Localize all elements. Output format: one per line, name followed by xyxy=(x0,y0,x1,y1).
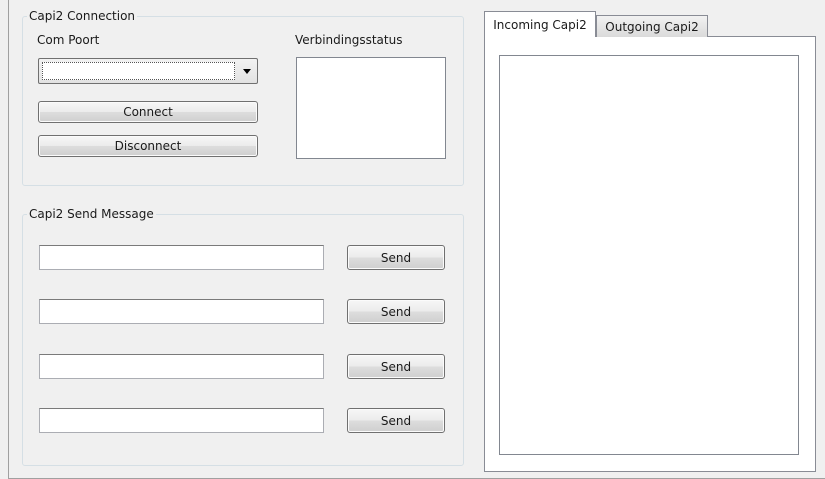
disconnect-button[interactable]: Disconnect xyxy=(38,135,258,157)
tab-page-incoming xyxy=(484,36,816,472)
send-button-4[interactable]: Send xyxy=(347,408,445,433)
connect-button[interactable]: Connect xyxy=(38,101,258,123)
send-button-1[interactable]: Send xyxy=(347,245,445,270)
status-label: Verbindingsstatus xyxy=(295,33,403,47)
com-port-label: Com Poort xyxy=(37,33,100,47)
chevron-down-icon xyxy=(243,69,251,74)
send-button-2[interactable]: Send xyxy=(347,299,445,324)
send-message-group-title: Capi2 Send Message xyxy=(27,207,156,221)
message-input-4[interactable] xyxy=(39,408,324,433)
tab-outgoing-capi2[interactable]: Outgoing Capi2 xyxy=(596,15,708,37)
com-port-value xyxy=(42,62,235,80)
send-button-3[interactable]: Send xyxy=(347,354,445,379)
message-input-2[interactable] xyxy=(39,299,324,324)
tab-incoming-capi2[interactable]: Incoming Capi2 xyxy=(484,11,596,37)
incoming-messages-list[interactable] xyxy=(499,55,799,455)
connection-status-box xyxy=(296,57,446,159)
connection-group-title: Capi2 Connection xyxy=(27,9,138,23)
message-input-1[interactable] xyxy=(39,245,324,270)
message-input-3[interactable] xyxy=(39,354,324,379)
com-port-dropdown[interactable] xyxy=(38,58,258,84)
